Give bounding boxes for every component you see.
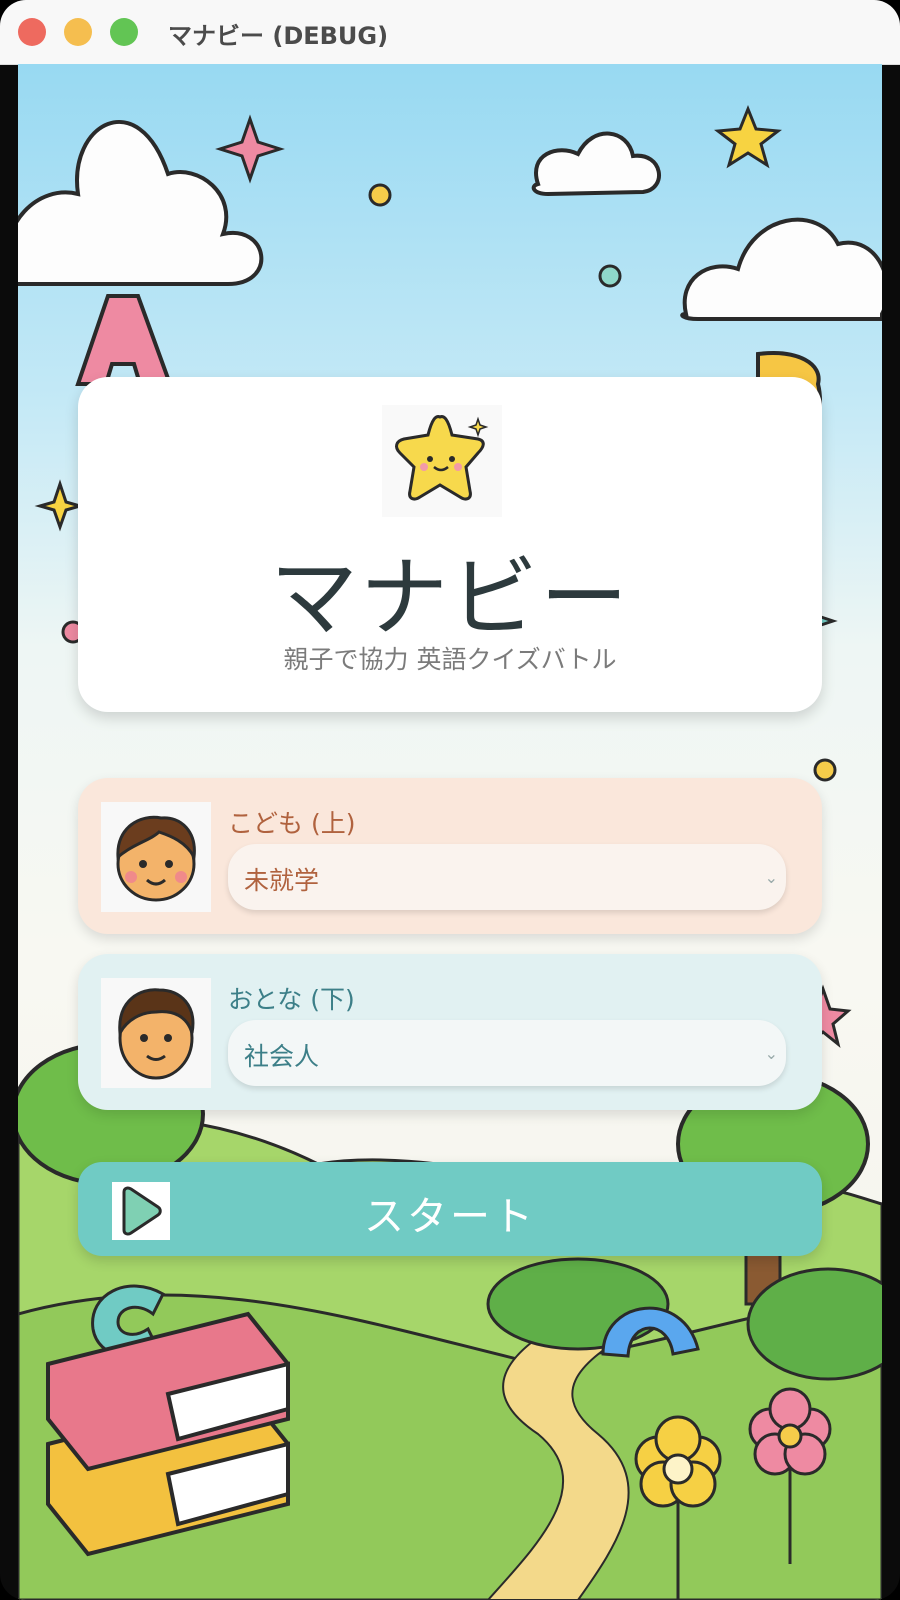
cloud-icon bbox=[680, 217, 882, 321]
app-title: マナビー bbox=[269, 546, 630, 649]
child-player-label: こども (上) bbox=[228, 809, 356, 838]
close-window-button[interactable] bbox=[18, 18, 46, 46]
dot-icon bbox=[368, 183, 392, 207]
start-button[interactable]: スタート bbox=[78, 1162, 822, 1256]
title-bar: マナビー (DEBUG) bbox=[0, 0, 900, 65]
minimize-window-button[interactable] bbox=[64, 18, 92, 46]
child-level-value: 未就学 bbox=[244, 866, 320, 895]
sparkle-icon bbox=[34, 479, 86, 532]
window-title: マナビー (DEBUG) bbox=[168, 22, 389, 50]
dot-icon bbox=[813, 758, 837, 782]
title-card: マナビー 親子で協力 英語クイズバトル bbox=[78, 377, 822, 712]
zoom-window-button[interactable] bbox=[110, 18, 138, 46]
app-subtitle: 親子で協力 英語クイズバトル bbox=[283, 645, 617, 674]
chevron-down-icon: ⌄ bbox=[764, 868, 778, 887]
adult-level-value: 社会人 bbox=[244, 1042, 320, 1071]
adult-player-card: おとな (下) 社会人 ⌄ bbox=[78, 954, 822, 1110]
chevron-down-icon: ⌄ bbox=[764, 1044, 778, 1063]
man-face-icon bbox=[118, 988, 195, 1080]
adult-player-label: おとな (下) bbox=[228, 985, 355, 1014]
adult-avatar bbox=[101, 978, 211, 1088]
app-content: マナビー 親子で協力 英語クイズバトル こども (上) 未就学 ⌄ おとな (下… bbox=[18, 64, 882, 1600]
smiling-star-icon bbox=[395, 415, 489, 501]
cloud-icon bbox=[531, 131, 661, 197]
start-button-label: スタート bbox=[364, 1194, 536, 1240]
bush-icon bbox=[486, 1257, 670, 1351]
letter-a-icon bbox=[75, 294, 173, 386]
child-avatar bbox=[101, 802, 211, 912]
sparkle-icon bbox=[215, 114, 285, 184]
child-player-card: こども (上) 未就学 ⌄ bbox=[78, 778, 822, 934]
child-level-select[interactable]: 未就学 ⌄ bbox=[228, 844, 786, 910]
star-icon bbox=[714, 104, 782, 169]
app-window: マナビー (DEBUG) マナビー 親子で協力 英語クイズバトル こども (上)… bbox=[0, 0, 900, 1600]
boy-face-icon bbox=[116, 815, 196, 902]
adult-level-select[interactable]: 社会人 ⌄ bbox=[228, 1020, 786, 1086]
dot-icon bbox=[598, 264, 622, 288]
mascot-image bbox=[382, 405, 502, 517]
